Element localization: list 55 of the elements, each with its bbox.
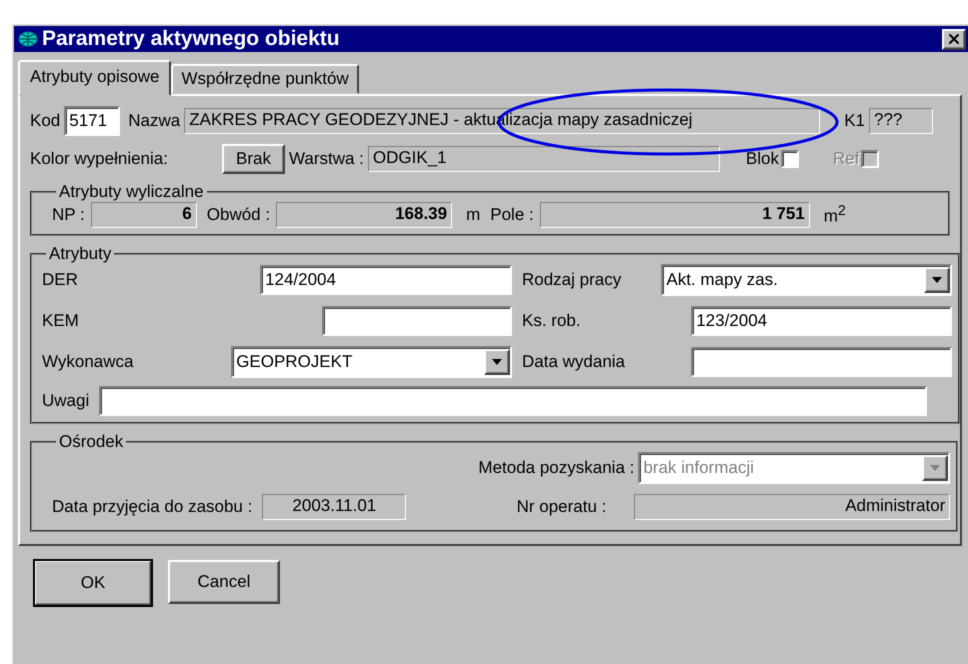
- field-label: Metoda pozyskania :: [478, 458, 634, 478]
- field-label: Nr operatu :: [516, 497, 606, 517]
- group-title: Atrybuty wyliczalne: [58, 182, 205, 202]
- globe-icon: [18, 31, 38, 47]
- input-field[interactable]: [99, 386, 928, 416]
- dropdown-button[interactable]: [924, 267, 950, 293]
- window-title: Parametry aktywnego obiektu: [42, 27, 341, 51]
- dropdown-arrow-icon: [929, 464, 942, 472]
- close-icon: [946, 31, 962, 47]
- field-label: Data przyjęcia do zasobu :: [52, 497, 252, 517]
- checkbox-label: Ref: [832, 149, 860, 169]
- input-field[interactable]: [691, 347, 952, 377]
- close-button[interactable]: [942, 28, 966, 50]
- group-title: Ośrodek: [58, 432, 124, 452]
- field-label: Ks. rob.: [522, 311, 582, 331]
- field-label: Pole :: [490, 205, 534, 225]
- input-field[interactable]: 123/2004: [691, 306, 952, 336]
- field-label: Nazwa: [128, 111, 180, 131]
- field-label: Warstwa :: [288, 149, 364, 169]
- field-label: Rodzaj pracy: [522, 270, 622, 290]
- unit-label: m$^{2}$: [824, 203, 846, 227]
- group-title: Atrybuty: [48, 244, 112, 264]
- tab[interactable]: Współrzędne punktów: [171, 64, 359, 94]
- read-only-field: 1 751: [540, 202, 810, 228]
- dropdown-button[interactable]: [484, 349, 510, 375]
- field-label: Kolor wypełnienia:: [30, 149, 169, 169]
- dropdown-field[interactable]: Akt. mapy zas.: [661, 264, 952, 296]
- field-label: Kod: [30, 111, 60, 131]
- dropdown-arrow-icon: [491, 358, 503, 366]
- field-label: K1: [844, 111, 866, 131]
- field-label: Data wydania: [522, 352, 626, 372]
- dialog-button[interactable]: OK: [34, 560, 152, 606]
- dropdown-field[interactable]: GEOPROJEKT: [231, 346, 512, 378]
- color-button[interactable]: Brak: [222, 144, 285, 174]
- read-only-field: ODGIK_1: [368, 146, 720, 172]
- unit-label: m: [466, 205, 480, 225]
- dialog-button[interactable]: Cancel: [168, 560, 280, 604]
- input-field[interactable]: 5171: [64, 106, 120, 136]
- field-label: DER: [42, 270, 79, 290]
- read-only-field: ???: [869, 108, 934, 134]
- read-only-field: 2003.11.01: [262, 494, 406, 520]
- field-label: Obwód :: [206, 205, 270, 225]
- field-label: Wykonawca: [42, 352, 134, 372]
- checkbox-label: Blok: [746, 149, 779, 169]
- read-only-field: Administrator: [634, 494, 950, 520]
- read-only-field: 168.39: [276, 202, 452, 228]
- dropdown-arrow-icon: [931, 276, 943, 284]
- field-label: Uwagi: [42, 391, 90, 411]
- read-only-field: 6: [90, 202, 197, 228]
- field-label: NP :: [52, 205, 85, 225]
- input-field[interactable]: 124/2004: [260, 265, 512, 295]
- tab[interactable]: Atrybuty opisowe: [18, 60, 172, 96]
- field-label: KEM: [42, 311, 80, 331]
- checkbox[interactable]: [780, 150, 799, 168]
- input-field[interactable]: [322, 306, 512, 336]
